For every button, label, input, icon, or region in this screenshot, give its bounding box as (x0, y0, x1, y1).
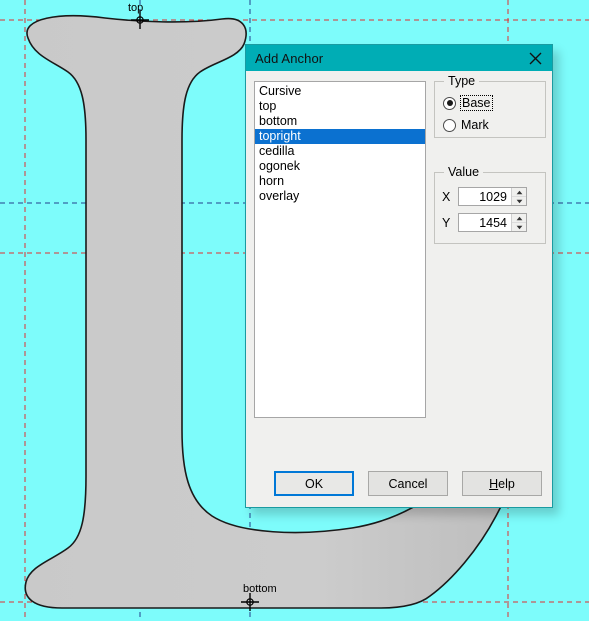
list-item[interactable]: bottom (255, 114, 425, 129)
y-label: Y (442, 215, 451, 230)
x-input[interactable]: 1029 (459, 188, 511, 205)
anchor-label-top: top (128, 2, 144, 14)
list-item[interactable]: overlay (255, 189, 425, 204)
close-icon[interactable] (518, 45, 552, 71)
x-spin-buttons (511, 188, 526, 205)
x-label: X (442, 189, 451, 204)
list-item[interactable]: ogonek (255, 159, 425, 174)
type-group-legend: Type (444, 74, 480, 88)
y-input[interactable]: 1454 (459, 214, 511, 231)
help-button-mnemonic: H (489, 476, 499, 491)
list-item-selected[interactable]: topright (255, 129, 425, 144)
cancel-button[interactable]: Cancel (368, 471, 448, 496)
x-spin-up-icon[interactable] (512, 188, 526, 197)
y-field-row: Y 1454 (442, 213, 527, 232)
list-item[interactable]: horn (255, 174, 425, 189)
help-button[interactable]: Help (462, 471, 542, 496)
dialog-button-row: OK Cancel Help (246, 471, 552, 496)
list-item[interactable]: top (255, 99, 425, 114)
x-field-row: X 1029 (442, 187, 527, 206)
x-spinner[interactable]: 1029 (458, 187, 527, 206)
add-anchor-dialog: Add Anchor Cursive top bottom topright c… (245, 44, 553, 508)
dialog-titlebar[interactable]: Add Anchor (246, 45, 552, 71)
help-button-label: elp (498, 476, 515, 491)
radio-mark-mark (443, 118, 456, 132)
list-item[interactable]: Cursive (255, 84, 425, 99)
dialog-title: Add Anchor (255, 50, 324, 66)
ok-button[interactable]: OK (274, 471, 354, 496)
radio-base[interactable]: Base (443, 95, 493, 111)
y-spinner[interactable]: 1454 (458, 213, 527, 232)
cancel-button-label: Cancel (388, 476, 428, 491)
radio-base-label: Base (460, 95, 493, 111)
font-editor-window: top bottom Add Anchor Cursive top bottom… (0, 0, 589, 621)
value-group-legend: Value (444, 165, 484, 179)
list-item[interactable]: cedilla (255, 144, 425, 159)
radio-mark-label: Mark (461, 118, 489, 132)
y-spin-buttons (511, 214, 526, 231)
dialog-body: Cursive top bottom topright cedilla ogon… (246, 71, 552, 509)
y-spin-down-icon[interactable] (512, 223, 526, 231)
radio-mark[interactable]: Mark (443, 118, 489, 132)
y-spin-up-icon[interactable] (512, 214, 526, 223)
radio-base-mark (443, 96, 456, 110)
anchor-label-bottom: bottom (243, 583, 277, 595)
value-groupbox: Value X 1029 Y 1454 (434, 165, 546, 244)
anchor-name-list[interactable]: Cursive top bottom topright cedilla ogon… (254, 81, 426, 418)
type-groupbox: Type Base Mark (434, 74, 546, 138)
ok-button-label: OK (304, 476, 324, 491)
x-spin-down-icon[interactable] (512, 197, 526, 205)
